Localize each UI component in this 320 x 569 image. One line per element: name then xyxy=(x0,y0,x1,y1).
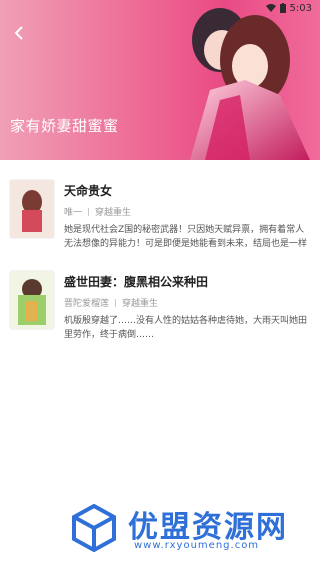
status-time: 5:03 xyxy=(289,3,312,14)
status-bar: 5:03 xyxy=(0,0,320,18)
back-button[interactable] xyxy=(8,22,30,44)
book-description: 机版殷穿越了……没有人性的姑姑各种虐待她，大雨天叫她田里劳作，终于病倒…… xyxy=(64,316,308,340)
battery-icon xyxy=(280,3,286,13)
book-title: 天命贵女 xyxy=(64,184,113,198)
book-cover xyxy=(10,271,54,329)
book-author: 唯一 xyxy=(64,208,83,218)
back-arrow-icon xyxy=(14,26,23,40)
book-category: 穿越重生 xyxy=(95,208,132,218)
cube-logo-icon xyxy=(72,504,116,552)
book-list: 天命贵女 唯一 穿越重生 她是现代社会Z国的秘密武器！只因她天赋异禀，拥有着常人… xyxy=(0,170,320,349)
page-title: 家有娇妻甜蜜蜜 xyxy=(10,117,119,135)
watermark: 优盟资源网 www.rxyoumeng.com xyxy=(70,500,290,558)
meta-separator xyxy=(88,207,90,216)
book-item[interactable]: 天命贵女 唯一 穿越重生 她是现代社会Z国的秘密武器！只因她天赋异禀，拥有着常人… xyxy=(0,170,320,258)
book-category: 穿越重生 xyxy=(122,299,159,309)
banner-artwork xyxy=(190,8,310,160)
book-author: 晋陀爱榴莲 xyxy=(64,299,110,309)
book-cover xyxy=(10,180,54,238)
watermark-subtitle: www.rxyoumeng.com xyxy=(134,540,260,551)
wifi-icon xyxy=(266,4,276,12)
book-item[interactable]: 盛世田妻：腹黑相公来种田 晋陀爱榴莲 穿越重生 机版殷穿越了……没有人性的姑姑各… xyxy=(0,261,320,349)
header-banner: 5:03 家有娇妻甜蜜蜜 xyxy=(0,0,320,160)
meta-separator xyxy=(115,298,117,307)
book-description: 她是现代社会Z国的秘密武器！只因她天赋异禀，拥有着常人无法想像的异能力！可是即便… xyxy=(64,225,308,249)
book-title: 盛世田妻：腹黑相公来种田 xyxy=(64,275,209,289)
